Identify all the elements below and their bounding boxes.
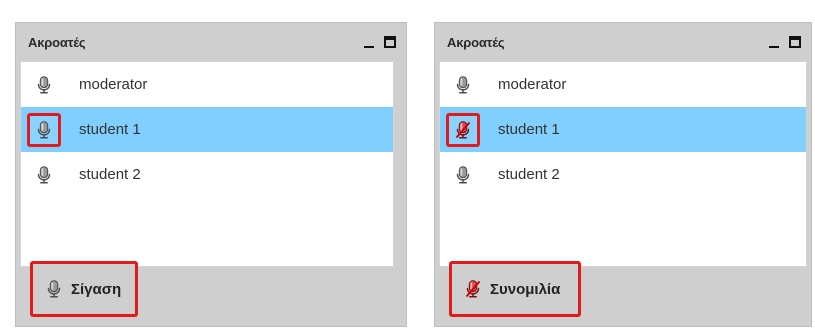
microphone-muted-icon (456, 120, 470, 139)
chat-button[interactable]: Συνομιλία (449, 261, 581, 317)
listeners-panel-left: Ακροατές moderator student 1 student 2 Σ… (15, 22, 407, 327)
window-controls (363, 33, 396, 51)
muted-microphone-icon-button[interactable] (446, 112, 480, 147)
listeners-list: moderator student 1 student 2 (20, 61, 394, 267)
microphone-muted-icon (466, 280, 480, 298)
list-item-label: student 1 (498, 121, 560, 138)
maximize-button[interactable] (789, 36, 801, 48)
panel-title: Ακροατές (447, 34, 505, 50)
microphone-icon (37, 75, 51, 94)
list-item-label: student 2 (79, 166, 141, 183)
microphone-icon (456, 165, 470, 184)
listeners-comparison-screenshot: Ακροατές moderator student 1 student 2 Σ… (0, 0, 815, 333)
microphone-icon-button[interactable] (446, 158, 480, 192)
maximize-button[interactable] (384, 36, 396, 48)
microphone-icon (37, 165, 51, 184)
list-item-label: moderator (79, 76, 148, 93)
panel-header: Ακροατές (16, 23, 406, 61)
microphone-icon (37, 120, 51, 139)
list-item[interactable]: moderator (21, 62, 393, 107)
microphone-icon-button[interactable] (27, 112, 61, 147)
list-item-label: moderator (498, 76, 567, 93)
list-item-label: student 2 (498, 166, 560, 183)
chat-button-label: Συνομιλία (490, 280, 561, 298)
list-item-selected[interactable]: student 1 (440, 107, 806, 152)
listeners-list: moderator student 1 student 2 (439, 61, 807, 267)
list-item-label: student 1 (79, 121, 141, 138)
list-item[interactable]: moderator (440, 62, 806, 107)
mute-button[interactable]: Σίγαση (30, 261, 138, 317)
listeners-panel-right: Ακροατές moderator student 1 student 2 Σ… (434, 22, 812, 327)
mute-button-label: Σίγαση (71, 280, 122, 298)
panel-title: Ακροατές (28, 34, 86, 50)
window-controls (768, 33, 801, 51)
microphone-icon (47, 280, 61, 298)
microphone-icon-button[interactable] (446, 68, 480, 102)
list-item-selected[interactable]: student 1 (21, 107, 393, 152)
panel-header: Ακροατές (435, 23, 811, 61)
microphone-icon-button[interactable] (27, 68, 61, 102)
minimize-button[interactable] (363, 33, 375, 51)
microphone-icon (456, 75, 470, 94)
list-item[interactable]: student 2 (440, 152, 806, 197)
microphone-icon-button[interactable] (27, 158, 61, 192)
list-item[interactable]: student 2 (21, 152, 393, 197)
minimize-button[interactable] (768, 33, 780, 51)
